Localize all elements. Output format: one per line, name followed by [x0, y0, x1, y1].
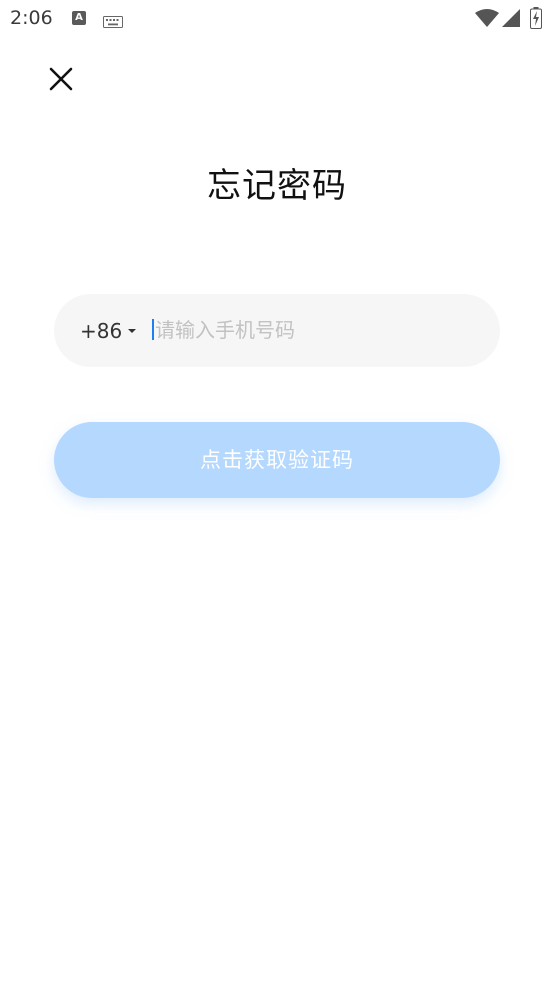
keyboard-icon [103, 13, 123, 32]
get-verification-code-button[interactable]: 点击获取验证码 [54, 422, 500, 498]
phone-number-input[interactable] [155, 312, 475, 348]
status-bar: 2:06 A [0, 0, 554, 38]
wifi-icon [475, 9, 499, 31]
a-notification-icon: A [72, 11, 86, 25]
status-time: 2:06 [10, 7, 53, 29]
battery-icon [530, 7, 542, 33]
text-cursor [152, 319, 154, 340]
cell-signal-icon [502, 9, 520, 31]
country-code-selector[interactable]: +86 [80, 316, 137, 346]
phone-field: +86 [54, 294, 500, 367]
close-button[interactable] [42, 60, 80, 98]
country-code-label: +86 [80, 319, 123, 343]
close-icon [49, 67, 73, 91]
caret-down-icon [128, 329, 137, 333]
page-title: 忘记密码 [207, 166, 347, 206]
